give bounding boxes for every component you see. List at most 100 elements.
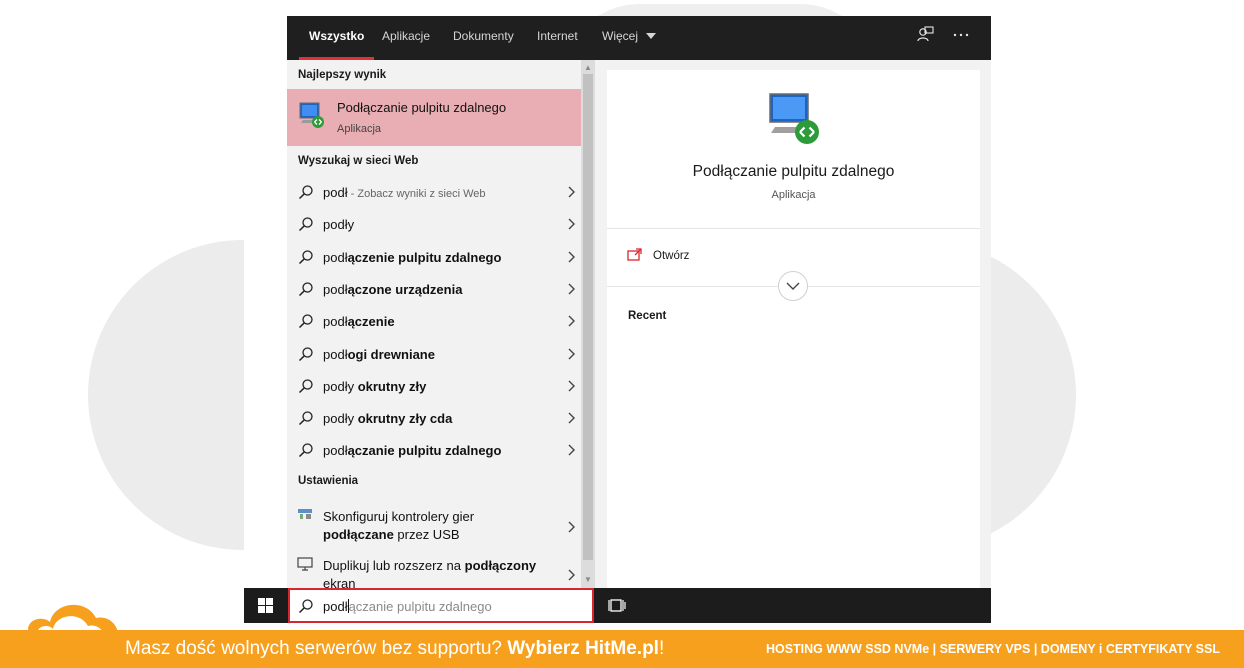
- search-icon: [298, 411, 313, 426]
- web-result-text: podłączone urządzenia: [323, 282, 462, 297]
- task-view-icon[interactable]: [608, 598, 626, 614]
- section-best-match: Najlepszy wynik: [298, 69, 387, 81]
- web-result-item[interactable]: podłączenie pulpitu zdalnego: [287, 241, 581, 273]
- search-icon: [298, 249, 313, 264]
- search-icon: [298, 314, 313, 329]
- chevron-right-icon: [568, 412, 575, 424]
- banner-exclamation: !: [658, 638, 665, 659]
- web-result-prefix: podły: [323, 378, 355, 394]
- taskbar-search-input[interactable]: podłączanie pulpitu zdalnego: [288, 588, 594, 623]
- settings-item-game-controllers[interactable]: Skonfiguruj kontrolery gier podłączane p…: [287, 498, 581, 548]
- tab-documents-label: Dokumenty: [453, 29, 514, 43]
- chevron-right-icon: [568, 444, 575, 456]
- web-result-bold: ogi drewniane: [347, 346, 435, 362]
- tab-internet[interactable]: Internet: [537, 16, 578, 60]
- chevron-right-icon: [568, 186, 575, 198]
- web-result-prefix: podł: [323, 249, 348, 265]
- more-icon[interactable]: [950, 26, 972, 48]
- monitor-settings-icon: [297, 557, 313, 571]
- web-result-prefix: podł: [323, 281, 348, 297]
- search-icon: [298, 282, 313, 296]
- web-result-item[interactable]: podły okrutny zły: [287, 370, 581, 402]
- game-controller-settings-icon: [298, 509, 312, 519]
- chevron-right-icon: [568, 521, 575, 533]
- open-icon: [627, 248, 642, 261]
- tab-more[interactable]: Więcej: [602, 16, 657, 60]
- web-result-item[interactable]: podłączone urządzenia: [287, 273, 581, 305]
- stage: Wszystko Aplikacje Dokumenty Internet Wi…: [0, 0, 1244, 668]
- search-icon: [298, 346, 313, 361]
- chevron-right-icon: [568, 283, 575, 295]
- preview-pane: Podłączanie pulpitu zdalnego Aplikacja O…: [607, 70, 980, 588]
- web-result-bold: okrutny zły cda: [354, 411, 453, 427]
- web-result-bold: ączenie: [347, 314, 395, 330]
- web-result-prefix: podł: [323, 314, 348, 330]
- search-icon: [298, 599, 313, 614]
- tab-apps[interactable]: Aplikacje: [382, 16, 430, 60]
- results-scrollbar[interactable]: ▲ ▼: [581, 60, 595, 588]
- tab-more-label: Więcej: [602, 29, 639, 43]
- search-icon: [298, 379, 313, 393]
- tab-all-label: Wszystko: [309, 29, 365, 43]
- bg-shape-left-cut: [244, 240, 288, 550]
- banner-text: Masz dość wolnych serwerów bez supportu?…: [125, 638, 664, 660]
- banner-text-main: Masz dość wolnych serwerów bez supportu?: [125, 638, 508, 659]
- web-result-text: podły okrutny zły: [323, 379, 426, 394]
- web-result-bold: okrutny zły: [354, 378, 427, 394]
- tab-apps-label: Aplikacje: [382, 29, 431, 43]
- web-result-item[interactable]: podłączanie pulpitu zdalnego: [287, 434, 581, 466]
- promo-banner[interactable]: Masz dość wolnych serwerów bez supportu?…: [0, 630, 1244, 668]
- web-result-item[interactable]: podły okrutny zły cda: [287, 402, 581, 434]
- web-result-bold: ączone urządzenia: [347, 281, 463, 297]
- section-web-search: Wyszukaj w sieci Web: [298, 155, 419, 167]
- web-result-prefix: podł: [323, 185, 348, 200]
- search-icon: [298, 217, 313, 232]
- best-match-item[interactable]: Podłączanie pulpitu zdalnego Aplikacja: [287, 89, 581, 146]
- chevron-down-icon: [786, 282, 800, 290]
- settings-duplicate-line1: Duplikuj lub rozszerz na: [323, 558, 465, 573]
- settings-game-controllers-bold: podłączane: [323, 527, 394, 542]
- settings-item-duplicate-display[interactable]: Duplikuj lub rozszerz na podłączony ekra…: [287, 548, 581, 588]
- feedback-icon[interactable]: [914, 26, 936, 48]
- web-result-item[interactable]: podłączenie: [287, 305, 581, 337]
- settings-game-controllers-rest: przez USB: [393, 527, 460, 542]
- remote-desktop-large-icon: [769, 93, 819, 144]
- windows-start-icon[interactable]: [258, 598, 273, 613]
- scroll-up-icon[interactable]: ▲: [584, 63, 592, 72]
- settings-duplicate-bold: podłączony: [464, 558, 537, 573]
- chevron-right-icon: [568, 315, 575, 327]
- web-result-text: podł - Zobacz wyniki z sieci Web: [323, 185, 486, 200]
- search-text: podłączanie pulpitu zdalnego: [323, 599, 492, 614]
- web-result-bold: ączanie pulpitu zdalnego: [347, 443, 502, 459]
- web-result-prefix: podły: [323, 217, 355, 233]
- search-icon: [298, 185, 313, 200]
- settings-duplicate-line2: ekran: [323, 576, 356, 588]
- settings-game-controllers-line1: Skonfiguruj kontrolery gier: [323, 509, 475, 524]
- search-autocomplete-text: ączanie pulpitu zdalnego: [348, 599, 492, 614]
- banner-services: HOSTING WWW SSD NVMe | SERWERY VPS | DOM…: [765, 642, 1220, 656]
- best-match-subtitle: Aplikacja: [337, 123, 382, 135]
- chevron-right-icon: [568, 251, 575, 263]
- web-result-item[interactable]: podłogi drewniane: [287, 338, 581, 370]
- tab-internet-label: Internet: [537, 29, 578, 43]
- preview-divider-top: [607, 228, 980, 229]
- scroll-down-icon[interactable]: ▼: [584, 575, 592, 584]
- web-result-text: podłogi drewniane: [323, 347, 435, 362]
- chevron-right-icon: [568, 348, 575, 359]
- tab-documents[interactable]: Dokumenty: [453, 16, 514, 60]
- search-icon: [298, 443, 313, 458]
- web-result-item[interactable]: podł - Zobacz wyniki z sieci Web: [287, 176, 581, 208]
- expand-button[interactable]: [778, 271, 808, 301]
- banner-brand: Wybierz HitMe.pl: [507, 638, 659, 659]
- chevron-right-icon: [568, 218, 575, 230]
- web-result-item[interactable]: podły: [287, 208, 581, 240]
- results-list: Najlepszy wynik Podłączanie pulpitu zdal…: [287, 60, 581, 588]
- web-result-text: podły: [323, 217, 354, 232]
- scrollbar-thumb[interactable]: [583, 74, 593, 560]
- search-tabs-bar: Wszystko Aplikacje Dokumenty Internet Wi…: [287, 16, 991, 60]
- web-result-prefix: podł: [323, 346, 348, 362]
- web-result-text: podłączenie: [323, 314, 395, 329]
- tab-all[interactable]: Wszystko: [298, 16, 375, 60]
- section-settings: Ustawienia: [298, 475, 359, 487]
- recent-label: Recent: [628, 310, 667, 322]
